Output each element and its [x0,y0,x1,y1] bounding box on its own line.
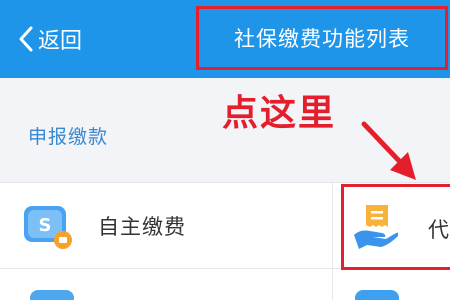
social-security-card-icon: S [24,206,72,249]
title-highlight-box: 社保缴费功能列表 [196,6,448,70]
back-label: 返回 [38,29,83,54]
header-bar: 返回 社保缴费功能列表 [0,0,450,78]
payment-hand-icon [354,205,398,249]
grid-item-label: 代 [428,218,449,242]
section-title: 申报缴款 [28,126,109,148]
next-row-icon-right [355,290,399,300]
svg-text:S: S [39,215,52,236]
grid-item-self-payment[interactable]: S 自主缴费 [22,200,186,252]
column-divider [332,183,333,300]
annotation-text: 点这里 [222,93,337,134]
grid-item-label: 自主缴费 [98,215,186,239]
chevron-left-icon [19,26,33,52]
back-button[interactable]: 返回 [18,20,82,58]
next-row-icon-left [30,290,74,300]
grid-item-agent-payment[interactable]: 代 [341,184,450,270]
annotation-arrow-icon [361,121,416,180]
page-title: 社保缴费功能列表 [234,27,410,51]
